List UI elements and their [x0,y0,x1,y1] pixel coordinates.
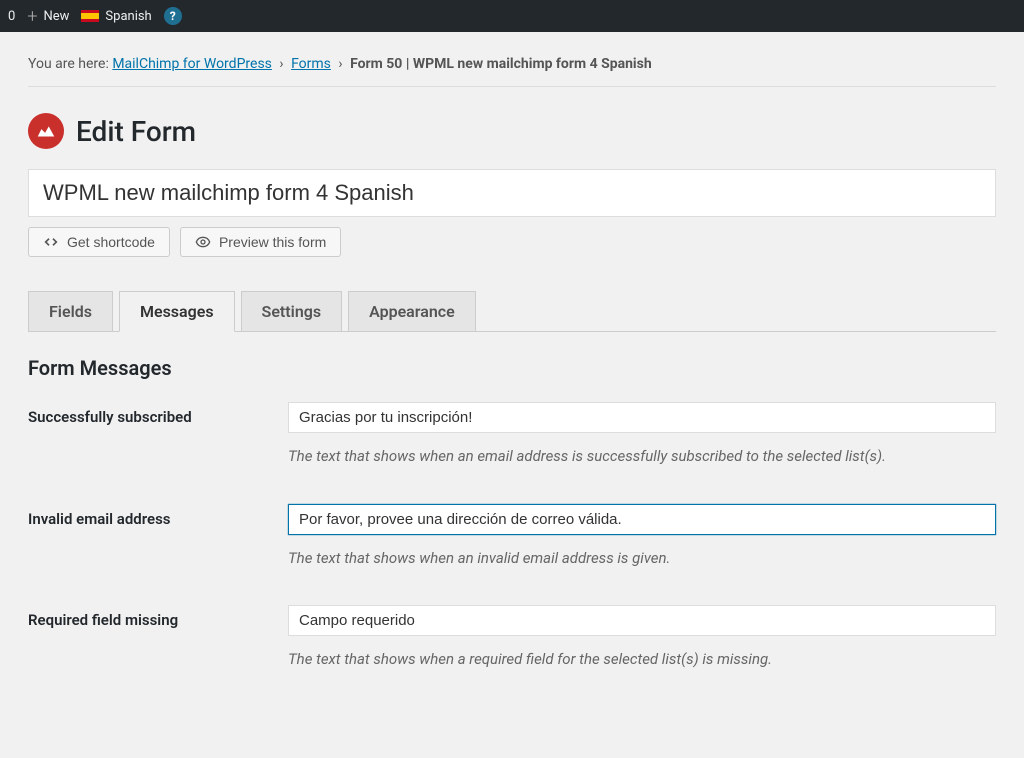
page-title: Edit Form [76,115,196,148]
page-header: Edit Form [28,103,996,169]
breadcrumb-link-forms[interactable]: Forms [291,56,331,72]
language-label: Spanish [105,9,151,24]
preview-button[interactable]: Preview this form [180,227,341,257]
row-invalid-email: Invalid email address The text that show… [28,504,996,570]
breadcrumb: You are here: MailChimp for WordPress › … [28,48,996,86]
label-invalid-email: Invalid email address [28,504,288,528]
count-number: 0 [8,9,15,24]
help-required-missing: The text that shows when a required fiel… [288,648,996,671]
section-title: Form Messages [28,356,996,380]
tab-settings[interactable]: Settings [241,291,343,331]
breadcrumb-prefix: You are here: [28,56,109,72]
admin-bar-help[interactable]: ? [164,7,182,25]
toolbar: Get shortcode Preview this form [28,227,996,257]
help-subscribed: The text that shows when an email addres… [288,445,996,468]
spain-flag-icon [81,10,99,22]
get-shortcode-button[interactable]: Get shortcode [28,227,170,257]
tab-fields[interactable]: Fields [28,291,113,331]
breadcrumb-separator: › [279,56,283,72]
input-subscribed[interactable] [288,402,996,433]
tabs: Fields Messages Settings Appearance [28,291,996,332]
breadcrumb-current: Form 50 | WPML new mailchimp form 4 Span… [350,56,652,72]
new-label: New [43,9,69,24]
input-invalid-email[interactable] [288,504,996,535]
tab-messages[interactable]: Messages [119,291,235,332]
eye-icon [195,234,211,250]
admin-bar-new[interactable]: + New [27,6,69,27]
help-invalid-email: The text that shows when an invalid emai… [288,547,996,570]
breadcrumb-separator: › [338,56,342,72]
code-icon [43,234,59,250]
admin-bar: 0 + New Spanish ? [0,0,1024,32]
label-required-missing: Required field missing [28,605,288,629]
label-subscribed: Successfully subscribed [28,402,288,426]
help-icon: ? [164,7,182,25]
shortcode-label: Get shortcode [67,234,155,250]
admin-bar-count[interactable]: 0 [8,9,15,24]
preview-label: Preview this form [219,234,326,250]
row-subscribed: Successfully subscribed The text that sh… [28,402,996,468]
admin-bar-language[interactable]: Spanish [81,9,151,24]
divider [28,86,996,87]
row-required-missing: Required field missing The text that sho… [28,605,996,671]
breadcrumb-link-plugin[interactable]: MailChimp for WordPress [112,56,272,72]
tab-appearance[interactable]: Appearance [348,291,476,331]
mailchimp-icon [28,113,64,149]
input-required-missing[interactable] [288,605,996,636]
form-title-input[interactable] [28,169,996,217]
plus-icon: + [27,6,37,27]
